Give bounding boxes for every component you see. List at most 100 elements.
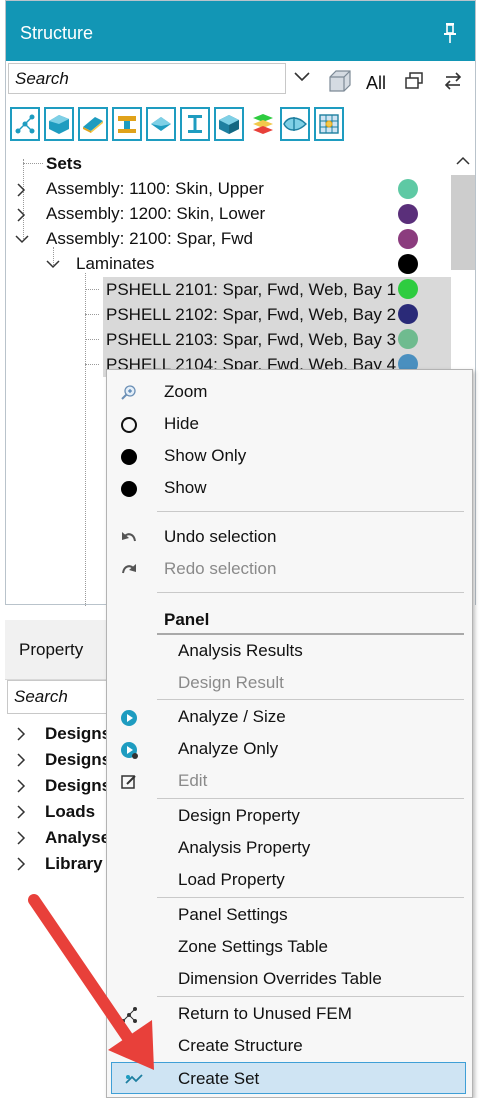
tree-row-assembly-1200[interactable]: Assembly: 1200: Skin, Lower — [6, 201, 446, 226]
solid-cube-icon — [219, 115, 239, 134]
tree-guide-line — [23, 163, 43, 164]
menu-section-header: Panel — [164, 610, 210, 629]
cube-button[interactable] — [214, 107, 244, 141]
menu-item-create-structure[interactable]: Create Structure — [107, 1030, 472, 1062]
tree-row-laminates[interactable]: Laminates — [6, 251, 446, 276]
menu-item-zone-settings-table[interactable]: Zone Settings Table — [107, 931, 472, 963]
edit-icon — [119, 772, 139, 792]
diamond-plate-button[interactable] — [146, 107, 176, 141]
color-dot[interactable] — [398, 179, 418, 199]
airfoil-button[interactable] — [280, 107, 310, 141]
plate-icon — [83, 117, 103, 133]
menu-item-show[interactable]: Show — [107, 472, 472, 504]
swap-icon[interactable] — [443, 71, 463, 91]
chevron-right-icon[interactable] — [17, 857, 26, 871]
beam-button[interactable] — [112, 107, 142, 141]
play-circle-icon — [119, 708, 139, 728]
chevron-down-icon[interactable] — [294, 72, 310, 82]
tree-row-pshell[interactable]: PSHELL 2101: Spar, Fwd, Web, Bay 1 — [6, 277, 446, 302]
pin-icon[interactable] — [443, 23, 457, 43]
scroll-thumb[interactable] — [451, 175, 475, 270]
menu-item-load-property[interactable]: Load Property — [107, 864, 472, 896]
chevron-right-icon[interactable] — [17, 805, 26, 819]
property-item-label: Designs — [45, 724, 112, 743]
property-search-input[interactable] — [8, 681, 116, 713]
structure-search-input[interactable] — [9, 64, 285, 93]
property-item-label: Designs — [45, 776, 112, 795]
menu-item-edit[interactable]: Edit — [107, 765, 472, 797]
menu-item-design-result[interactable]: Design Result — [107, 667, 472, 699]
structure-search-box[interactable] — [8, 63, 286, 94]
undo-icon — [119, 528, 139, 548]
redo-icon — [119, 560, 139, 580]
tree-row-assembly-2100[interactable]: Assembly: 2100: Spar, Fwd — [6, 226, 446, 251]
diamond-plate-icon — [151, 117, 171, 131]
cube-icon[interactable] — [328, 68, 354, 94]
property-search-box[interactable] — [7, 680, 117, 714]
chevron-down-icon[interactable] — [15, 235, 29, 244]
chevron-right-icon[interactable] — [17, 727, 26, 741]
property-item-label: Library — [45, 854, 103, 873]
tree-row-pshell[interactable]: PSHELL 2102: Spar, Fwd, Web, Bay 2 — [6, 302, 446, 327]
property-tab[interactable]: Property — [5, 620, 112, 680]
menu-item-return-unused-fem[interactable]: Return to Unused FEM — [107, 998, 472, 1030]
chevron-up-icon[interactable] — [456, 156, 470, 165]
plate-button[interactable] — [78, 107, 108, 141]
menu-item-label: Design Property — [178, 806, 300, 825]
layers-button[interactable] — [248, 107, 278, 141]
chevron-down-icon[interactable] — [46, 260, 60, 269]
menu-item-label: Edit — [178, 771, 208, 790]
chevron-right-icon[interactable] — [17, 779, 26, 793]
tree-row-pshell[interactable]: PSHELL 2103: Spar, Fwd, Web, Bay 3 — [6, 327, 446, 352]
menu-item-label: Return to Unused FEM — [178, 1004, 352, 1023]
color-dot[interactable] — [398, 254, 418, 274]
chevron-right-icon[interactable] — [17, 753, 26, 767]
grid-panel-button[interactable] — [314, 107, 344, 141]
menu-item-redo-selection[interactable]: Redo selection — [107, 553, 472, 585]
nodes-button[interactable] — [10, 107, 40, 141]
color-dot[interactable] — [398, 229, 418, 249]
menu-item-show-only[interactable]: Show Only — [107, 440, 472, 472]
structure-title: Structure — [20, 23, 94, 43]
color-dot[interactable] — [398, 204, 418, 224]
beam-icon — [118, 116, 136, 133]
layers-icon — [253, 114, 273, 134]
menu-item-design-property[interactable]: Design Property — [107, 800, 472, 832]
i-beam-button[interactable] — [180, 107, 210, 141]
menu-item-label: Create Structure — [178, 1036, 303, 1055]
menu-separator — [157, 699, 464, 700]
menu-item-label: Load Property — [178, 870, 285, 889]
color-dot[interactable] — [398, 279, 418, 299]
property-item-label: Loads — [45, 802, 96, 821]
chevron-right-icon[interactable] — [17, 208, 26, 222]
menu-item-create-set[interactable]: Create Set — [111, 1062, 466, 1094]
windows-icon[interactable] — [404, 71, 424, 91]
hollow-circle-icon — [119, 415, 139, 435]
menu-separator — [157, 996, 464, 997]
menu-item-label: Undo selection — [164, 527, 277, 546]
solid-block-button[interactable] — [44, 107, 74, 141]
menu-item-undo-selection[interactable]: Undo selection — [107, 521, 472, 553]
tree-row-assembly-1100[interactable]: Assembly: 1100: Skin, Upper — [6, 176, 446, 201]
chevron-right-icon[interactable] — [17, 831, 26, 845]
menu-item-panel-settings[interactable]: Panel Settings — [107, 899, 472, 931]
menu-item-analyze-size[interactable]: Analyze / Size — [107, 701, 472, 733]
structure-search-row: All — [6, 62, 475, 102]
chevron-right-icon[interactable] — [17, 183, 26, 197]
menu-item-analysis-property[interactable]: Analysis Property — [107, 832, 472, 864]
structure-icon — [119, 1037, 139, 1057]
color-dot[interactable] — [398, 329, 418, 349]
create-set-icon — [124, 1070, 144, 1090]
color-dot[interactable] — [398, 304, 418, 324]
sets-label: Sets — [46, 154, 82, 173]
menu-item-analyze-only[interactable]: Analyze Only — [107, 733, 472, 765]
all-label[interactable]: All — [366, 73, 386, 94]
menu-item-analysis-results[interactable]: Analysis Results — [107, 635, 472, 667]
menu-item-zoom[interactable]: Zoom — [107, 376, 472, 408]
menu-item-dimension-overrides-table[interactable]: Dimension Overrides Table — [107, 963, 472, 995]
assembly-label: Assembly: 2100: Spar, Fwd — [46, 229, 253, 248]
filled-circle-icon — [119, 447, 139, 467]
menu-item-hide[interactable]: Hide — [107, 408, 472, 440]
menu-item-label: Analyze Only — [178, 739, 279, 758]
menu-item-label: Hide — [164, 414, 199, 433]
